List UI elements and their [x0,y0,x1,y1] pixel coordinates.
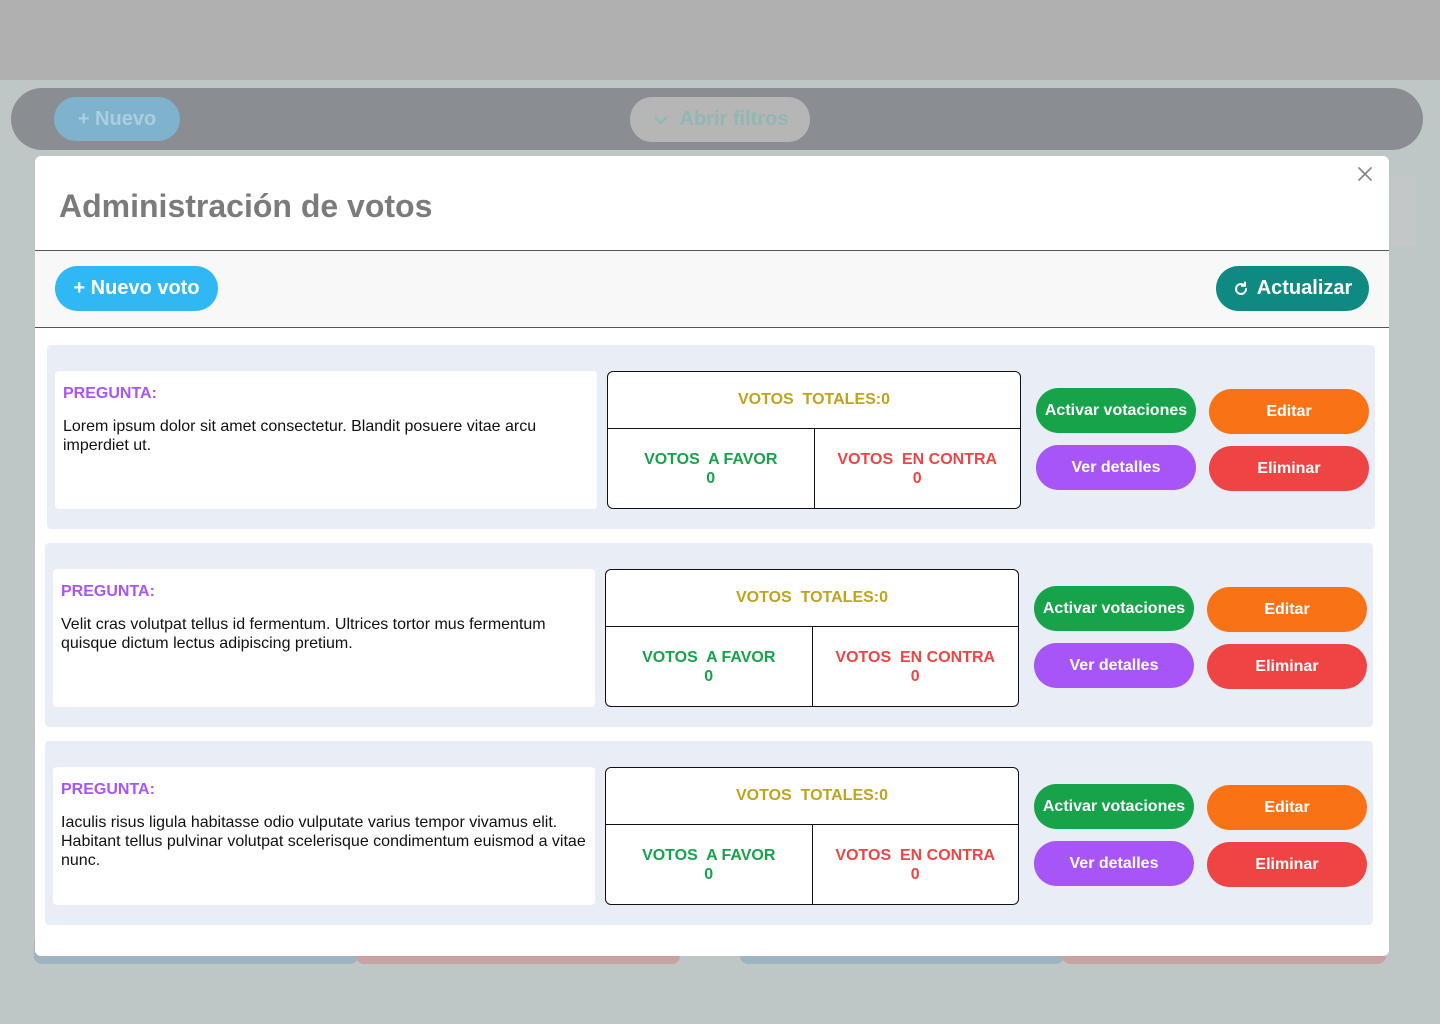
votes-against: VOTOS EN CONTRA 0 [813,627,1019,706]
vote-card: PREGUNTA: Lorem ipsum dolor sit amet con… [47,345,1375,529]
view-details-button[interactable]: Ver detalles [1034,643,1194,688]
votes-for-label: VOTOS A FAVOR [642,846,776,864]
edit-button[interactable]: Editar [1207,785,1367,830]
delete-button[interactable]: Eliminar [1207,842,1367,887]
background-card-edge [1390,176,1416,246]
refresh-icon [1234,281,1247,295]
votes-against-label: VOTOS EN CONTRA [837,450,998,468]
vote-actions: Activar votaciones Editar Ver detalles E… [1034,586,1368,690]
edit-button[interactable]: Editar [1207,587,1367,632]
total-votes-value: 0 [879,589,889,606]
question-label: PREGUNTA: [61,781,155,798]
total-votes: VOTOS TOTALES: 0 [608,372,1020,429]
background-filters-button: Abrir filtros [630,97,810,142]
total-votes-label: VOTOS TOTALES: [735,589,880,606]
question-box: PREGUNTA: Velit cras volutpat tellus id … [53,569,595,707]
total-votes-label: VOTOS TOTALES: [737,391,882,408]
question-label: PREGUNTA: [61,583,155,600]
chevron-down-icon [653,115,668,124]
votes-against-label: VOTOS EN CONTRA [835,846,996,864]
votes-for-label: VOTOS A FAVOR [644,450,778,468]
votes-against: VOTOS EN CONTRA 0 [813,825,1019,904]
question-box: PREGUNTA: Iaculis risus ligula habitasse… [53,767,595,905]
votes-for-label: VOTOS A FAVOR [642,648,776,666]
modal-title: Administración de votos [59,188,433,224]
question-box: PREGUNTA: Lorem ipsum dolor sit amet con… [55,371,597,509]
new-vote-button[interactable]: + Nuevo voto [55,266,218,311]
votes-against-value: 0 [910,667,920,685]
votes-against-value: 0 [912,469,922,487]
close-button[interactable] [1353,162,1377,186]
activate-voting-button[interactable]: Activar votaciones [1036,388,1196,433]
vote-card: PREGUNTA: Iaculis risus ligula habitasse… [45,741,1373,925]
votes-summary: VOTOS TOTALES: 0 VOTOS A FAVOR 0 VOTOS EN… [605,767,1019,905]
vote-actions: Activar votaciones Editar Ver detalles E… [1036,388,1370,492]
background-new-button: + Nuevo [54,97,180,141]
activate-voting-button[interactable]: Activar votaciones [1034,586,1194,631]
total-votes-label: VOTOS TOTALES: [735,787,880,804]
vote-card: PREGUNTA: Velit cras volutpat tellus id … [45,543,1373,727]
votes-for: VOTOS A FAVOR 0 [606,627,813,706]
votes-for: VOTOS A FAVOR 0 [606,825,813,904]
close-icon [1358,167,1372,181]
vote-actions: Activar votaciones Editar Ver detalles E… [1034,784,1368,888]
refresh-label: Actualizar [1256,277,1353,299]
total-votes-value: 0 [881,391,891,408]
edit-button[interactable]: Editar [1209,389,1369,434]
question-text: Lorem ipsum dolor sit amet consectetur. … [63,418,537,454]
view-details-button[interactable]: Ver detalles [1034,841,1194,886]
modal-toolbar: + Nuevo voto Actualizar [35,250,1389,328]
votes-for-value: 0 [706,469,716,487]
total-votes-value: 0 [879,787,889,804]
background-filters-label: Abrir filtros [679,108,789,130]
question-label: PREGUNTA: [63,385,157,402]
view-details-button[interactable]: Ver detalles [1036,445,1196,490]
activate-voting-button[interactable]: Activar votaciones [1034,784,1194,829]
refresh-button[interactable]: Actualizar [1216,266,1369,311]
votes-admin-modal: Administración de votos + Nuevo voto Act… [35,156,1389,956]
delete-button[interactable]: Eliminar [1207,644,1367,689]
votes-against: VOTOS EN CONTRA 0 [815,429,1021,508]
votes-for-value: 0 [704,865,714,883]
background-header [0,0,1440,80]
total-votes: VOTOS TOTALES: 0 [606,570,1018,627]
votes-for: VOTOS A FAVOR 0 [608,429,815,508]
delete-button[interactable]: Eliminar [1209,446,1369,491]
votes-summary: VOTOS TOTALES: 0 VOTOS A FAVOR 0 VOTOS EN… [607,371,1021,509]
question-text: Velit cras volutpat tellus id fermentum.… [61,616,546,652]
question-text: Iaculis risus ligula habitasse odio vulp… [61,814,586,869]
votes-for-value: 0 [704,667,714,685]
votes-summary: VOTOS TOTALES: 0 VOTOS A FAVOR 0 VOTOS EN… [605,569,1019,707]
votes-against-value: 0 [910,865,920,883]
votes-against-label: VOTOS EN CONTRA [835,648,996,666]
total-votes: VOTOS TOTALES: 0 [606,768,1018,825]
